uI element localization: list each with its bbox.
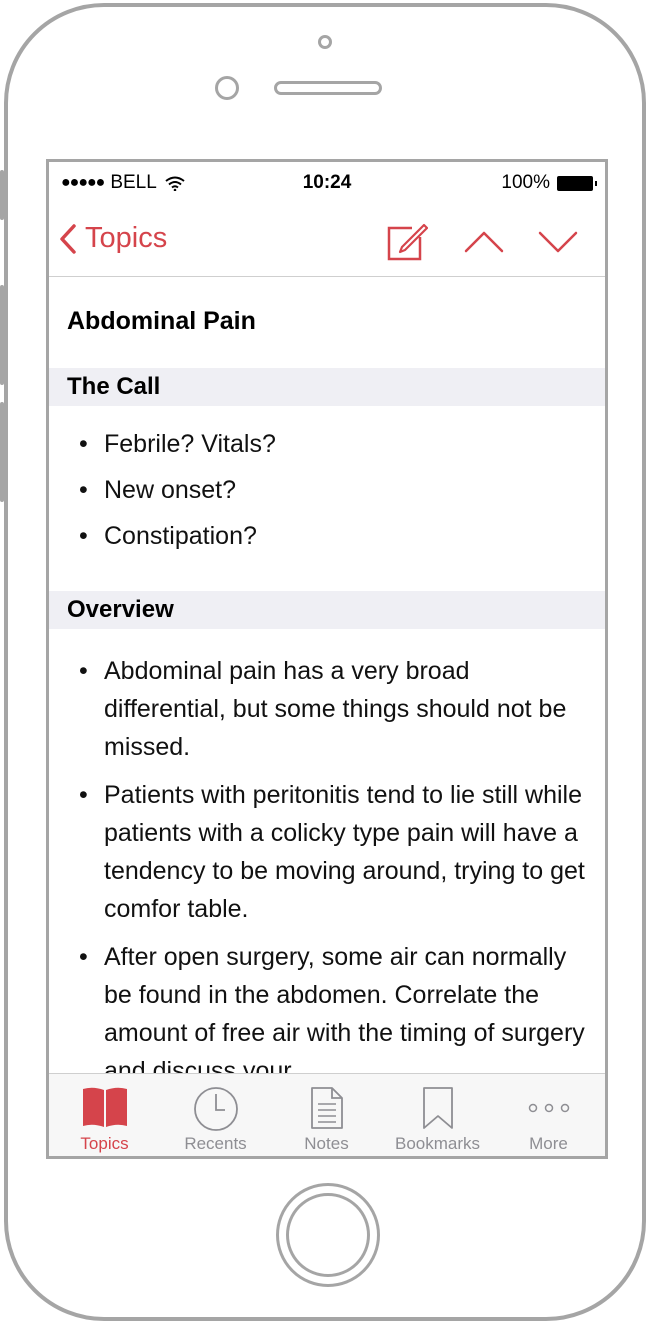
more-dots-icon <box>493 1086 604 1130</box>
list-item: New onset? <box>67 471 605 509</box>
list-item: After open surgery, some air can normall… <box>67 938 597 1073</box>
back-button-label: Topics <box>85 222 168 254</box>
list-item: Constipation? <box>67 517 605 555</box>
compose-note-icon[interactable] <box>386 222 428 262</box>
tab-bookmarks[interactable]: Bookmarks <box>382 1074 493 1156</box>
mute-switch <box>0 170 4 220</box>
tab-recents[interactable]: Recents <box>160 1074 271 1156</box>
volume-up-button <box>0 285 4 385</box>
chevron-down-icon[interactable] <box>538 230 578 254</box>
volume-down-button <box>0 402 4 502</box>
tab-recents-label: Recents <box>184 1134 247 1153</box>
list-item: Febrile? Vitals? <box>67 425 605 463</box>
chevron-up-icon[interactable] <box>464 230 504 254</box>
screen: ●●●●● BELL 10:24 100% Topics Abdominal P… <box>46 159 608 1159</box>
tab-notes[interactable]: Notes <box>271 1074 382 1156</box>
navigation-bar: Topics <box>49 206 605 277</box>
overview-list: Abdominal pain has a very broad differen… <box>49 652 597 1073</box>
page-title: Abdominal Pain <box>67 307 256 335</box>
tab-bookmarks-label: Bookmarks <box>394 1134 481 1153</box>
tab-bar: Topics Recents Notes Bookmarks More <box>49 1073 605 1156</box>
proximity-sensor <box>318 35 332 49</box>
battery-percent: 100% <box>501 172 550 193</box>
list-item: Patients with peritonitis tend to lie st… <box>67 776 597 928</box>
chevron-left-icon <box>60 223 76 254</box>
section-header-overview: Overview <box>49 591 605 629</box>
the-call-list: Febrile? Vitals? New onset? Constipation… <box>49 425 605 555</box>
earpiece-speaker <box>274 81 382 95</box>
tab-topics[interactable]: Topics <box>49 1074 160 1156</box>
home-button[interactable] <box>276 1183 380 1287</box>
status-bar: ●●●●● BELL 10:24 100% <box>49 162 605 206</box>
bookmark-icon <box>382 1086 493 1130</box>
book-icon <box>49 1086 160 1130</box>
front-camera <box>215 76 239 100</box>
tab-notes-label: Notes <box>304 1134 349 1153</box>
topic-content[interactable]: Abdominal Pain The Call Febrile? Vitals?… <box>49 277 605 1073</box>
clock-icon <box>160 1086 271 1131</box>
back-button[interactable]: Topics <box>59 222 167 255</box>
tab-more-label: More <box>529 1134 568 1153</box>
tab-more[interactable]: More <box>493 1074 604 1156</box>
battery-group: 100% <box>501 172 597 194</box>
battery-icon <box>557 175 597 191</box>
section-header-the-call: The Call <box>49 368 605 406</box>
tab-topics-label: Topics <box>80 1134 129 1153</box>
document-icon <box>271 1086 382 1130</box>
list-item: Abdominal pain has a very broad differen… <box>67 652 597 766</box>
home-button-ring <box>286 1193 370 1277</box>
